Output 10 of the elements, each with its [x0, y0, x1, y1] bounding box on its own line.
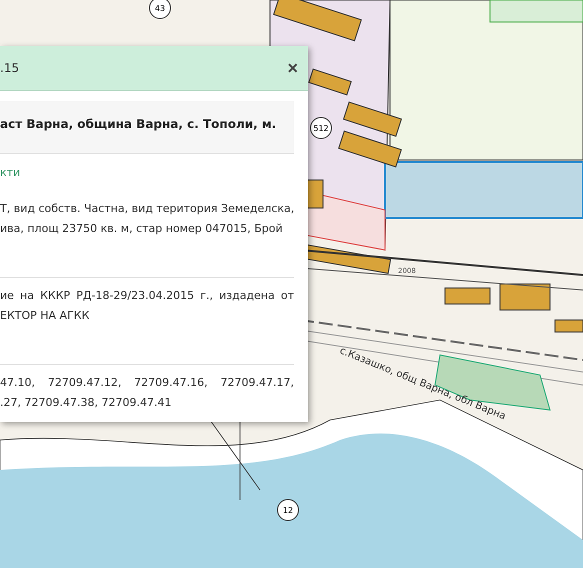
info-text-line: ЕКТОР НА АГКК [0, 308, 90, 324]
info-text-line: ива, площ 23750 кв. м, стар номер 047015, Брой [0, 221, 284, 237]
section-heading: кти [0, 166, 22, 179]
info-text-line: .27, 72709.47.38, 72709.47.41 [0, 395, 172, 411]
close-button[interactable]: × [281, 58, 304, 78]
info-text-line: Т, вид собств. Частна, вид територия Земеделска, [0, 201, 294, 217]
popup-title: .15 [0, 61, 20, 75]
info-text-line: ие на КККР РД-18-29/23.04.2015 г., издадена от [0, 288, 294, 304]
info-text-line: 47.10, 72709.47.12, 72709.47.16, 72709.47.17, [0, 375, 294, 391]
address-text: аст Варна, община Варна, с. Тополи, м. [0, 101, 294, 153]
